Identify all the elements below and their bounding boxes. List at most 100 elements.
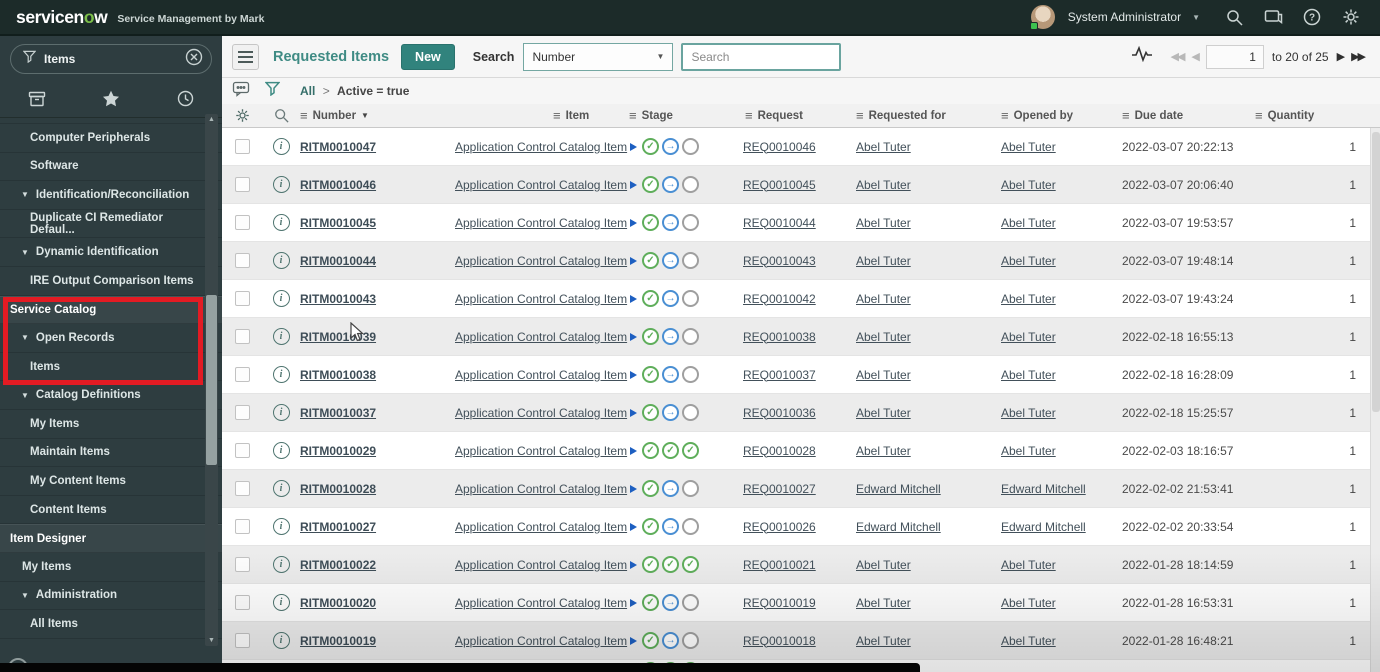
requested-for-link[interactable]: Abel Tuter — [856, 330, 911, 344]
personalize-list-chat-icon[interactable] — [232, 81, 251, 102]
filter-funnel-icon[interactable] — [264, 81, 281, 101]
request-link[interactable]: REQ0010026 — [743, 520, 851, 534]
number-link[interactable]: RITM0010038 — [300, 368, 440, 382]
number-link[interactable]: RITM0010037 — [300, 406, 440, 420]
sidebar-item-my-items[interactable]: My Items — [0, 410, 222, 439]
info-icon[interactable]: i — [272, 176, 290, 193]
request-link[interactable]: REQ0010018 — [743, 634, 851, 648]
requested-for-link[interactable]: Abel Tuter — [856, 596, 911, 610]
opened-by-link[interactable]: Abel Tuter — [1001, 406, 1056, 420]
column-header-requested-for[interactable]: ≡ Requested for — [851, 108, 996, 123]
request-link[interactable]: REQ0010021 — [743, 558, 851, 572]
number-link[interactable]: RITM0010046 — [300, 178, 440, 192]
user-menu[interactable]: System Administrator — [1068, 10, 1181, 24]
item-link[interactable]: Application Control Catalog Item — [455, 520, 627, 534]
opened-by-link[interactable]: Abel Tuter — [1001, 330, 1056, 344]
opened-by-link[interactable]: Edward Mitchell — [1001, 482, 1086, 496]
info-icon[interactable]: i — [272, 138, 290, 155]
tab-history[interactable] — [148, 80, 222, 117]
number-link[interactable]: RITM0010047 — [300, 140, 440, 154]
item-link[interactable]: Application Control Catalog Item — [455, 406, 627, 420]
sidebar-item-computer-peripherals[interactable]: Computer Peripherals — [0, 124, 222, 153]
item-link[interactable]: Application Control Catalog Item — [455, 596, 627, 610]
global-search-icon[interactable] — [1219, 4, 1249, 30]
navigator-filter[interactable]: Items — [10, 44, 212, 74]
row-checkbox[interactable] — [234, 291, 250, 306]
activity-stream-icon[interactable] — [1131, 45, 1153, 67]
column-header-item[interactable]: ≡ Item — [440, 108, 625, 123]
row-checkbox[interactable] — [234, 595, 250, 610]
tab-favorites[interactable] — [74, 80, 148, 117]
requested-for-link[interactable]: Abel Tuter — [856, 216, 911, 230]
request-link[interactable]: REQ0010043 — [743, 254, 851, 268]
sidebar-item-administration[interactable]: ▼ Administration — [0, 582, 222, 611]
request-link[interactable]: REQ0010038 — [743, 330, 851, 344]
sidebar-section-item-designer[interactable]: Item Designer — [0, 524, 222, 553]
number-link[interactable]: RITM0010028 — [300, 482, 440, 496]
requested-for-link[interactable]: Abel Tuter — [856, 292, 911, 306]
row-checkbox[interactable] — [234, 633, 250, 648]
number-link[interactable]: RITM0010029 — [300, 444, 440, 458]
requested-for-link[interactable]: Abel Tuter — [856, 634, 911, 648]
sidebar-section-service-catalog[interactable]: Service Catalog — [0, 295, 222, 325]
column-header-opened-by[interactable]: ≡ Opened by — [996, 108, 1120, 123]
navigator-filter-input[interactable]: Items — [44, 52, 185, 66]
number-link[interactable]: RITM0010045 — [300, 216, 440, 230]
sidebar-item-dynamic-identification[interactable]: ▼ Dynamic Identification — [0, 238, 222, 267]
list-context-menu-icon[interactable] — [232, 43, 259, 70]
opened-by-link[interactable]: Abel Tuter — [1001, 178, 1056, 192]
scrollbar-thumb[interactable] — [206, 295, 217, 465]
sidebar-item-maintain-items[interactable]: Maintain Items — [0, 439, 222, 468]
opened-by-link[interactable]: Abel Tuter — [1001, 216, 1056, 230]
requested-for-link[interactable]: Abel Tuter — [856, 368, 911, 382]
item-link[interactable]: Application Control Catalog Item — [455, 292, 627, 306]
item-link[interactable]: Application Control Catalog Item — [455, 482, 627, 496]
expanded-caret-icon[interactable]: ▼ — [21, 190, 29, 199]
sidebar-item-items[interactable]: Items — [0, 353, 222, 382]
sidebar-item-identification-reconciliation[interactable]: ▼ Identification/Reconciliation — [0, 181, 222, 210]
requested-for-link[interactable]: Abel Tuter — [856, 444, 911, 458]
row-checkbox[interactable] — [234, 367, 250, 382]
info-icon[interactable]: i — [272, 214, 290, 231]
last-page-icon[interactable]: ▶▶ — [1351, 50, 1366, 63]
sidebar-item-open-records[interactable]: ▼ Open Records — [0, 324, 222, 353]
number-link[interactable]: RITM0010022 — [300, 558, 440, 572]
sidebar-item-my-items[interactable]: My Items — [0, 553, 222, 582]
connect-chat-icon[interactable] — [1258, 4, 1288, 30]
number-link[interactable]: RITM0010020 — [300, 596, 440, 610]
info-icon[interactable]: i — [272, 594, 290, 611]
info-icon[interactable]: i — [272, 404, 290, 421]
number-link[interactable]: RITM0010019 — [300, 634, 440, 648]
item-link[interactable]: Application Control Catalog Item — [455, 330, 627, 344]
item-link[interactable]: Application Control Catalog Item — [455, 444, 627, 458]
number-link[interactable]: RITM0010027 — [300, 520, 440, 534]
list-scrollbar[interactable] — [1370, 128, 1380, 672]
item-link[interactable]: Application Control Catalog Item — [455, 254, 627, 268]
requested-for-link[interactable]: Abel Tuter — [856, 140, 911, 154]
item-link[interactable]: Application Control Catalog Item — [455, 216, 627, 230]
opened-by-link[interactable]: Abel Tuter — [1001, 254, 1056, 268]
opened-by-link[interactable]: Abel Tuter — [1001, 292, 1056, 306]
servicenow-logo[interactable]: servicenow — [16, 7, 108, 28]
request-link[interactable]: REQ0010042 — [743, 292, 851, 306]
row-checkbox[interactable] — [234, 557, 250, 572]
breadcrumb-all[interactable]: All — [300, 84, 315, 98]
row-checkbox[interactable] — [234, 443, 250, 458]
expanded-caret-icon[interactable]: ▼ — [21, 248, 29, 257]
item-link[interactable]: Application Control Catalog Item — [455, 558, 627, 572]
info-icon[interactable]: i — [272, 632, 290, 649]
sidebar-item-software[interactable]: Software — [0, 153, 222, 182]
opened-by-link[interactable]: Abel Tuter — [1001, 140, 1056, 154]
request-link[interactable]: REQ0010028 — [743, 444, 851, 458]
opened-by-link[interactable]: Abel Tuter — [1001, 558, 1056, 572]
requested-for-link[interactable]: Edward Mitchell — [856, 520, 941, 534]
opened-by-link[interactable]: Abel Tuter — [1001, 444, 1056, 458]
info-icon[interactable]: i — [272, 518, 290, 535]
row-checkbox[interactable] — [234, 215, 250, 230]
request-link[interactable]: REQ0010037 — [743, 368, 851, 382]
next-page-icon[interactable]: ▶ — [1337, 50, 1346, 63]
row-checkbox[interactable] — [234, 139, 250, 154]
request-link[interactable]: REQ0010044 — [743, 216, 851, 230]
requested-for-link[interactable]: Edward Mitchell — [856, 482, 941, 496]
sidebar-item-my-content-items[interactable]: My Content Items — [0, 467, 222, 496]
